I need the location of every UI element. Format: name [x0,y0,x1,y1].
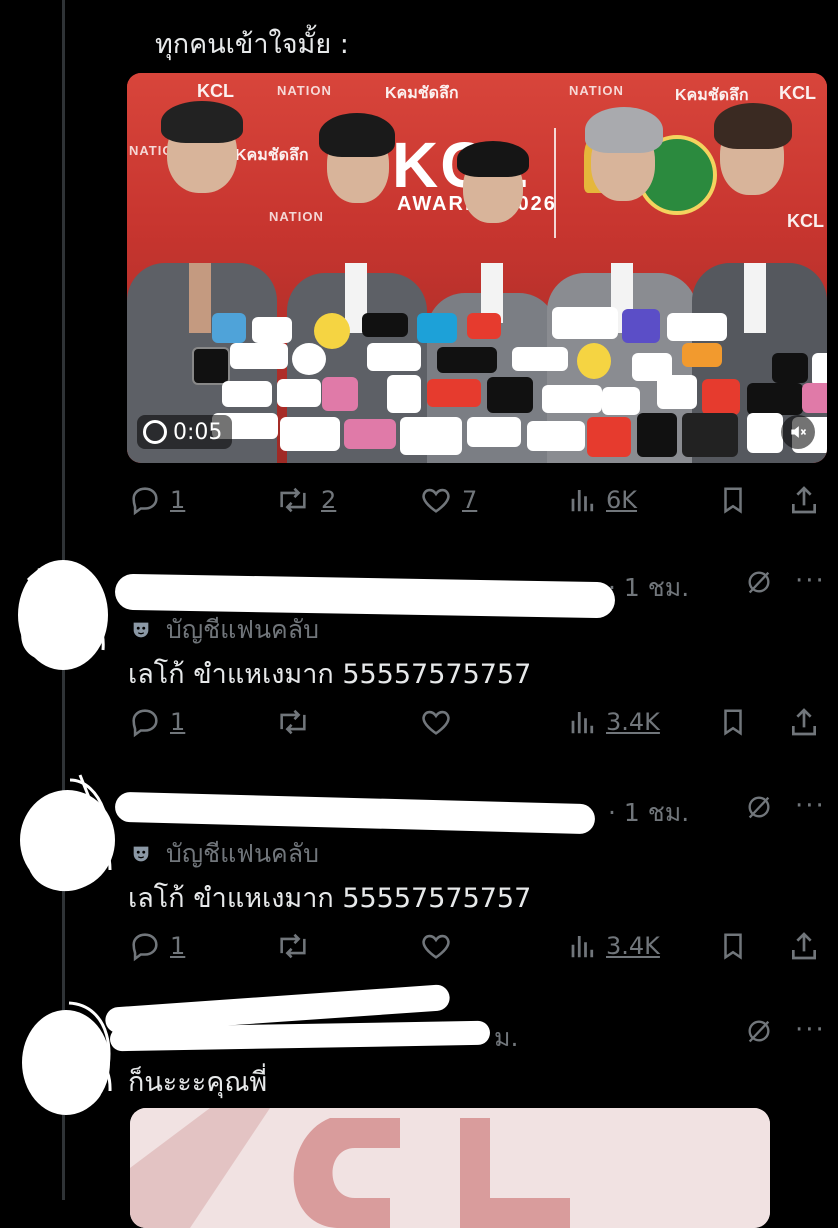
views-icon [571,936,594,958]
like-button[interactable]: 7 [418,480,477,520]
video-player[interactable]: KCL NATION Kคมชัดลึก NATION Kคมชัดลึก KC… [127,73,827,463]
more-icon[interactable]: ··· [795,1015,826,1045]
reply-text: ก็นะะะคุณพี่ [128,1067,268,1098]
fan-account-badge: บัญชีแฟนคลับ [130,834,319,874]
reply-time: · 1 ชม. [608,573,690,602]
share-button[interactable] [788,702,820,742]
speaker-muted-icon [791,426,807,438]
views-button[interactable]: 6K [568,480,637,520]
views-button[interactable]: 3.4K [568,926,660,966]
view-count: 3.4K [606,932,660,960]
reply-text: เลโก้ ขำแหเงมาก 55557575757 [128,883,532,914]
bookmark-button[interactable] [718,480,748,520]
media-image [130,1108,770,1228]
badge-label: บัญชีแฟนคลับ [166,839,319,868]
views-icon [571,490,594,512]
fan-account-badge: บัญชีแฟนคลับ [130,610,319,650]
share-button[interactable] [788,926,820,966]
reply-time: · 1 ชม. [608,798,690,827]
scribble-redaction [27,774,112,892]
views-icon [571,712,594,734]
post-caption: ทุกคนเข้าใจมั้ย : [155,29,349,60]
mask-icon [133,846,149,862]
share-button[interactable] [788,480,820,520]
repost-button[interactable] [273,702,313,742]
video-time: 0:05 [173,419,223,445]
repost-icon [280,487,306,513]
share-icon [792,708,816,736]
view-count: 3.4K [606,708,660,736]
reply-time: ม. [494,1023,519,1052]
bookmark-icon [724,709,742,736]
repost-button[interactable]: 2 [273,480,336,520]
reply-icon [132,709,158,738]
grok-icon[interactable] [745,567,773,597]
bookmark-icon [724,487,742,514]
like-button[interactable] [418,702,454,742]
repost-icon [280,933,306,959]
badge-label: บัญชีแฟนคลับ [166,615,319,644]
bookmark-button[interactable] [718,926,748,966]
reply-button[interactable]: 1 [128,480,185,520]
reply-icon [132,933,158,962]
reply-button[interactable]: 1 [128,702,185,742]
repost-icon [280,709,306,735]
reply-media-preview[interactable] [130,1108,770,1228]
share-icon [792,932,816,960]
bookmark-icon [724,933,742,960]
reply-count: 1 [170,486,186,514]
reply-text: เลโก้ ขำแหเงมาก 55557575757 [128,659,532,690]
post-action-bar: 1 2 7 6K [128,480,828,520]
grok-icon[interactable] [745,792,773,822]
reply-action-bar: 1 3.4K [128,702,828,742]
reply-action-bar: 1 3.4K [128,926,828,966]
view-count: 6K [606,486,638,514]
reply-count: 1 [170,708,186,736]
share-icon [792,486,816,514]
repost-count: 2 [321,486,337,514]
mute-button[interactable] [781,415,815,449]
grok-icon[interactable] [745,1016,773,1046]
views-button[interactable]: 3.4K [568,702,660,742]
heart-icon [422,710,450,735]
heart-icon [422,488,450,513]
microphone-cluster [182,307,827,463]
reply-icon [132,487,158,516]
mask-icon [133,622,149,638]
more-icon[interactable]: ··· [795,791,826,821]
more-icon[interactable]: ··· [795,566,826,596]
heart-icon [422,934,450,959]
like-button[interactable] [418,926,454,966]
video-timestamp: 0:05 [137,415,233,449]
repost-button[interactable] [273,926,313,966]
scribble-redaction [21,561,105,661]
like-count: 7 [462,486,478,514]
redaction-bar [114,791,596,835]
bookmark-button[interactable] [718,702,748,742]
reply-button[interactable]: 1 [128,926,185,966]
reply-count: 1 [170,932,186,960]
gif-indicator-icon [143,420,167,444]
